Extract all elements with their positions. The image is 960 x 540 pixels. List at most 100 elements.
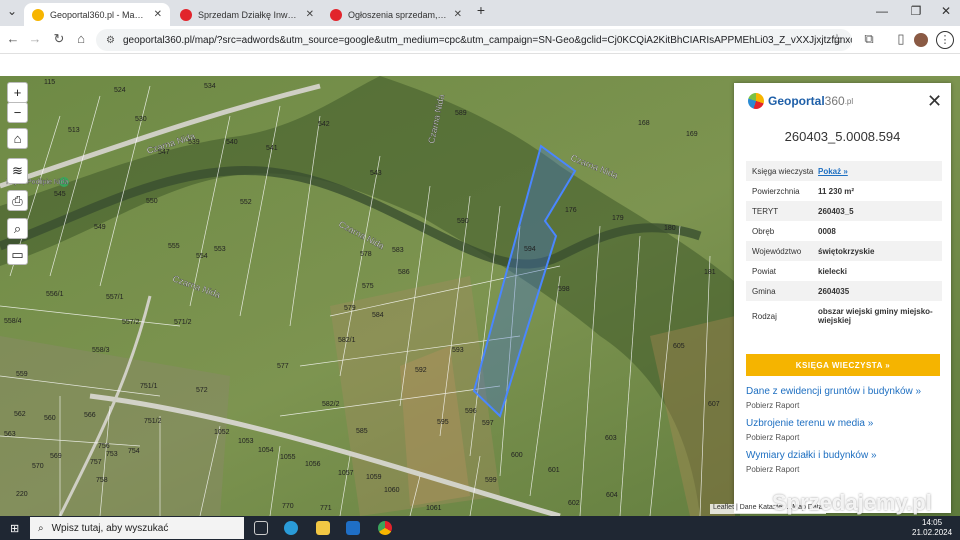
parcel-number: 1053: [238, 438, 254, 445]
parcel-number: 545: [54, 191, 66, 198]
search-icon[interactable]: ⌕: [7, 218, 28, 239]
parcel-number: 562: [14, 411, 26, 418]
new-tab-icon[interactable]: +: [471, 2, 491, 18]
parcel-number: 115: [44, 79, 55, 86]
tab-ogloszenia[interactable]: Ogłoszenia sprzedam, kupię - Sprzedajemy…: [322, 3, 470, 26]
ksiega-wieczysta-button[interactable]: KSIĘGA WIECZYSTA »: [746, 354, 940, 376]
parcel-number: 180: [664, 225, 676, 232]
attr-row-area: Powierzchnia 11 230 m²: [752, 186, 855, 196]
extensions-icon[interactable]: ⧉: [860, 31, 878, 47]
close-tab-icon[interactable]: ✕: [306, 9, 314, 20]
forward-icon[interactable]: →: [26, 31, 44, 46]
attr-row-kw: Księga wieczysta Pokaż »: [746, 161, 942, 181]
parcel-number: 601: [548, 467, 560, 474]
close-window-icon[interactable]: ✕: [936, 4, 956, 18]
parcel-number: 596: [465, 408, 477, 415]
tab-sprzedam-dzialke[interactable]: Sprzedam Działkę Inwestycyjną ✕: [172, 3, 322, 26]
parcel-number: 754: [128, 448, 140, 455]
home-icon[interactable]: ⌂: [72, 31, 90, 46]
parcel-number: 555: [168, 243, 180, 250]
site-info-icon[interactable]: ⚙: [106, 35, 115, 46]
parcel-number: 1055: [280, 454, 296, 461]
parcel-number: 558/4: [4, 318, 22, 325]
parcel-number: 566: [84, 412, 96, 419]
report-sublabel: Pobierz Raport: [746, 433, 800, 442]
profile-avatar[interactable]: [914, 33, 928, 47]
back-icon[interactable]: ←: [4, 31, 22, 46]
utilities-report-link[interactable]: Uzbrojenie terenu w media »: [746, 418, 873, 429]
menu-icon[interactable]: ⋮: [936, 31, 954, 49]
clock[interactable]: 14:05 21.02.2024: [912, 518, 952, 538]
maximize-icon[interactable]: ❐: [906, 4, 926, 18]
close-panel-icon[interactable]: ✕: [927, 91, 942, 112]
parcel-number: 584: [372, 312, 384, 319]
parcel-number: 585: [356, 428, 368, 435]
zoom-in-button[interactable]: +: [7, 82, 28, 103]
attr-row-wojewodztwo: Województwo świętokrzyskie: [746, 241, 942, 261]
parcel-number: 557/1: [106, 294, 124, 301]
parcel-number: 602: [568, 500, 580, 507]
show-kw-link[interactable]: Pokaż »: [818, 167, 848, 176]
parcel-number: 590: [457, 218, 469, 225]
parcel-number: 176: [565, 207, 577, 214]
parcel-number: 592: [415, 367, 427, 374]
attr-row-powiat: Powiat kielecki: [752, 266, 847, 276]
geoportal-favicon-icon: [32, 8, 44, 21]
parcel-number: 582/1: [338, 337, 356, 344]
tab-geoportal[interactable]: Geoportal360.pl - Mapa Interaktywna ✕: [24, 3, 170, 26]
chrome-icon[interactable]: [378, 521, 392, 535]
outlook-icon[interactable]: [346, 521, 360, 535]
windows-start-icon[interactable]: ⊞: [10, 522, 19, 535]
edge-icon[interactable]: [284, 521, 298, 535]
parcel-number: 579: [344, 305, 356, 312]
parcel-number: 577: [277, 363, 289, 370]
parcel-number: 586: [398, 269, 410, 276]
layers-icon[interactable]: ≋: [7, 158, 28, 184]
close-tab-icon[interactable]: ✕: [154, 9, 162, 20]
close-tab-icon[interactable]: ✕: [454, 9, 462, 20]
print-icon[interactable]: ⎙: [7, 190, 28, 211]
report-sublabel: Pobierz Raport: [746, 465, 800, 474]
parcel-number: 169: [686, 131, 698, 138]
parcel-number: 771: [320, 505, 332, 512]
parcel-number: 540: [226, 139, 238, 146]
sprzedajemy-favicon-icon: [330, 8, 342, 21]
parcel-number: 1060: [384, 487, 400, 494]
task-view-icon[interactable]: [254, 521, 268, 535]
address-bar: ← → ↻ ⌂ ⚙ geoportal360.pl/map/?src=adwor…: [0, 26, 960, 54]
parcel-number: 539: [188, 139, 200, 146]
parcel-number: 1059: [366, 474, 382, 481]
parcel-number: 756: [98, 443, 110, 450]
parcel-number: 1056: [305, 461, 321, 468]
dimensions-report-link[interactable]: Wymiary działki i budynków »: [746, 450, 877, 461]
url-input[interactable]: ⚙ geoportal360.pl/map/?src=adwords&utm_s…: [96, 29, 852, 51]
sidebar-icon[interactable]: ▯: [892, 31, 910, 47]
egib-report-link[interactable]: Dane z ewidencji gruntów i budynków »: [746, 386, 921, 397]
parcel-number: 556/1: [46, 291, 64, 298]
parcel-number: 751/1: [140, 383, 158, 390]
geoportal-logo: Geoportal 360 .pl: [748, 93, 853, 109]
attr-row-gmina: Gmina 2604035: [746, 281, 942, 301]
parcel-number: 575: [362, 283, 374, 290]
taskbar-search-input[interactable]: ⌕ Wpisz tutaj, aby wyszukać: [30, 517, 244, 539]
taskbar: ⊞ ⌕ Wpisz tutaj, aby wyszukać 14:05 21.0…: [0, 516, 960, 540]
zoom-out-button[interactable]: −: [7, 102, 28, 123]
parcel-number: 603: [605, 435, 617, 442]
file-explorer-icon[interactable]: [316, 521, 330, 535]
parcel-number: 600: [511, 452, 523, 459]
bookmark-star-icon[interactable]: ☆: [828, 31, 846, 47]
parcel-number: 1052: [214, 429, 230, 436]
sprzedajemy-favicon-icon: [180, 8, 192, 21]
parcel-number: 583: [392, 247, 404, 254]
tab-search-chevron-icon[interactable]: ⌄: [2, 4, 22, 18]
parcel-number: 770: [282, 503, 294, 510]
bookmarks-strip: [0, 54, 960, 76]
minimize-icon[interactable]: —: [872, 4, 892, 18]
parcel-number: 572: [196, 387, 208, 394]
reload-icon[interactable]: ↻: [50, 31, 68, 47]
home-extent-icon[interactable]: ⌂: [7, 128, 28, 149]
measure-icon[interactable]: ▭: [7, 244, 28, 265]
parcel-number: 751/2: [144, 418, 162, 425]
parcel-number: 542: [318, 121, 330, 128]
parcel-number: 553: [214, 246, 226, 253]
